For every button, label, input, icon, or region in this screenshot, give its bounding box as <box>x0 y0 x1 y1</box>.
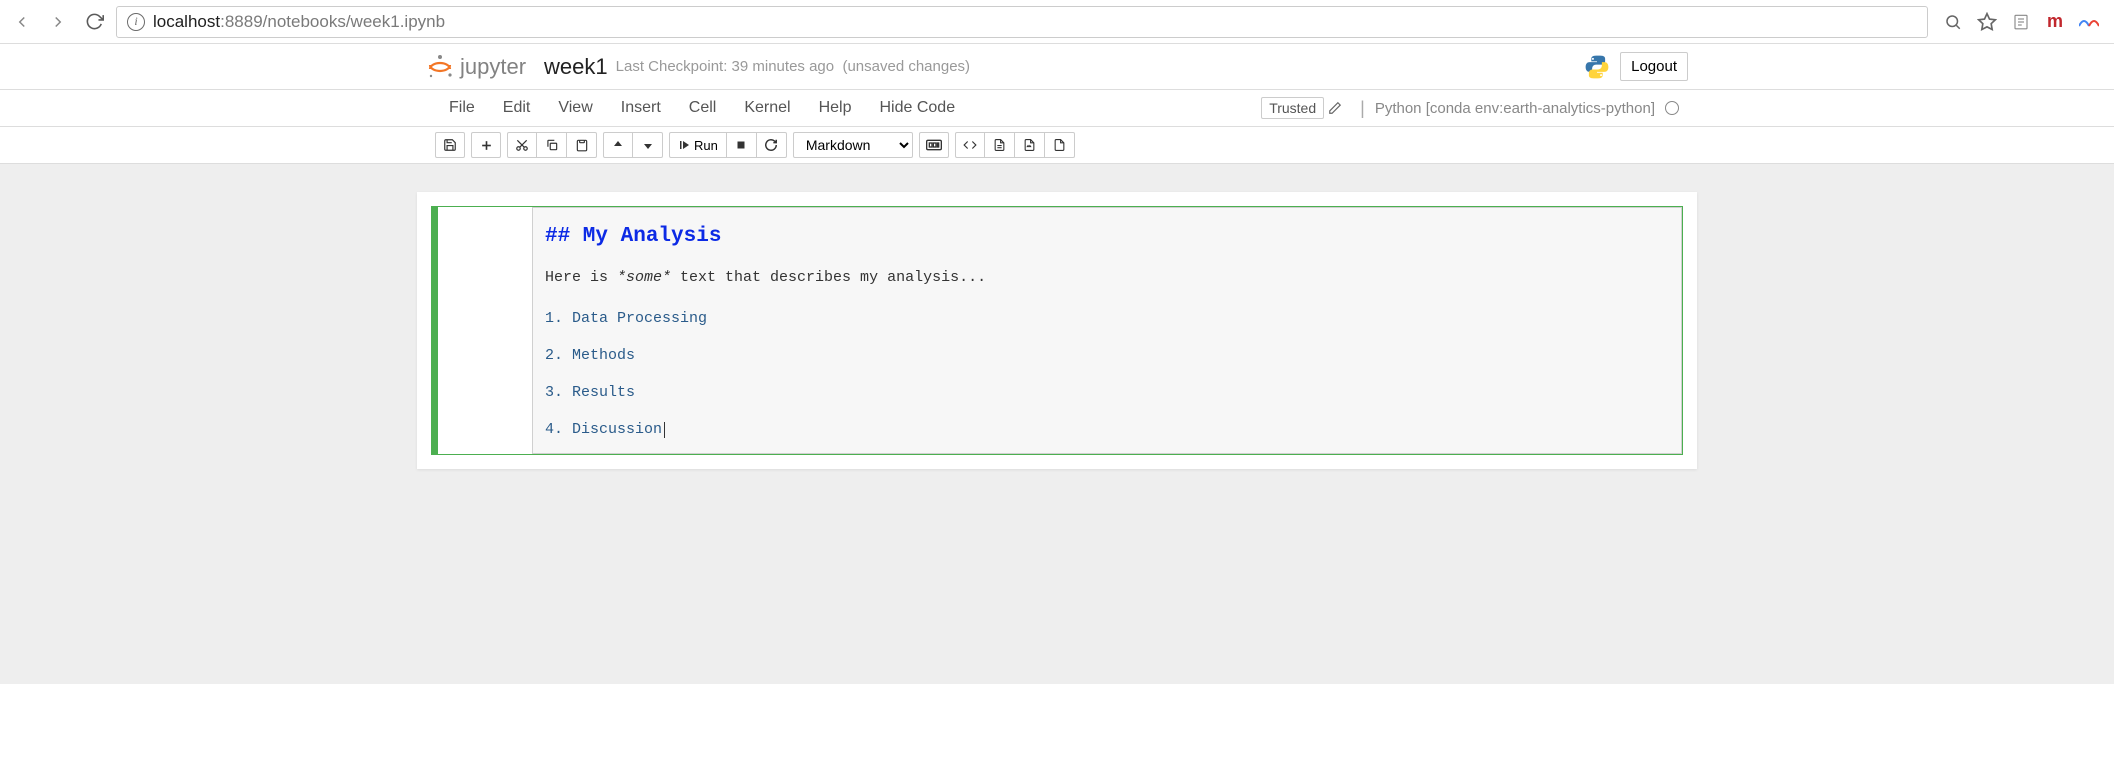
nbextension-code-button[interactable] <box>955 132 985 158</box>
toolbar: Run Markdown <box>417 127 1697 163</box>
md-list-item: 1. Data Processing <box>545 305 1669 332</box>
md-body-line: Here is *some* text that describes my an… <box>545 264 1669 291</box>
kernel-status-icon <box>1665 101 1679 115</box>
menu-kernel[interactable]: Kernel <box>730 99 804 117</box>
menu-cell[interactable]: Cell <box>675 99 731 117</box>
cell-type-select[interactable]: Markdown <box>793 132 913 158</box>
nbextension-pdf-button[interactable] <box>1015 132 1045 158</box>
nbextension-doc-button[interactable] <box>985 132 1015 158</box>
checkpoint-status: Last Checkpoint: 39 minutes ago (unsaved… <box>616 58 970 75</box>
md-list-item: 3. Results <box>545 379 1669 406</box>
run-label: Run <box>694 138 718 153</box>
interrupt-button[interactable] <box>727 132 757 158</box>
md-heading-line: ## My Analysis <box>545 218 1669 256</box>
reader-icon[interactable] <box>2010 11 2032 33</box>
site-info-icon[interactable]: i <box>127 13 145 31</box>
logout-button[interactable]: Logout <box>1620 52 1688 81</box>
separator: | <box>1354 98 1371 119</box>
url-bar[interactable]: i localhost:8889/notebooks/week1.ipynb <box>116 6 1928 38</box>
menu-edit[interactable]: Edit <box>489 99 545 117</box>
url-path: :8889/notebooks/week1.ipynb <box>220 12 445 32</box>
menu-help[interactable]: Help <box>805 99 866 117</box>
md-list-item: 2. Methods <box>545 342 1669 369</box>
reload-button[interactable] <box>80 8 108 36</box>
menu-insert[interactable]: Insert <box>607 99 675 117</box>
text-cursor <box>664 422 665 438</box>
jupyter-header: jupyter week1 Last Checkpoint: 39 minute… <box>0 44 2114 90</box>
command-palette-button[interactable] <box>919 132 949 158</box>
pencil-icon[interactable] <box>1328 101 1350 115</box>
jupyter-logo[interactable]: jupyter <box>426 53 526 81</box>
kernel-label[interactable]: Python [conda env:earth-analytics-python… <box>1375 100 1655 117</box>
menu-hide-code[interactable]: Hide Code <box>865 99 969 117</box>
extension-arc-icon[interactable] <box>2078 11 2100 33</box>
restart-button[interactable] <box>757 132 787 158</box>
back-button[interactable] <box>8 8 36 36</box>
move-up-button[interactable] <box>603 132 633 158</box>
cell-editor[interactable]: ## My Analysis Here is *some* text that … <box>532 207 1682 454</box>
trusted-badge[interactable]: Trusted <box>1261 97 1324 119</box>
nbextension-blank-button[interactable] <box>1045 132 1075 158</box>
menubar: File Edit View Insert Cell Kernel Help H… <box>417 90 1697 126</box>
run-button[interactable]: Run <box>669 132 727 158</box>
copy-button[interactable] <box>537 132 567 158</box>
zoom-icon[interactable] <box>1942 11 1964 33</box>
paste-button[interactable] <box>567 132 597 158</box>
add-cell-button[interactable] <box>471 132 501 158</box>
forward-button[interactable] <box>44 8 72 36</box>
python-logo-icon <box>1584 54 1610 80</box>
markdown-cell-selected[interactable]: ## My Analysis Here is *some* text that … <box>431 206 1683 455</box>
menu-file[interactable]: File <box>435 99 489 117</box>
extension-m-icon[interactable]: m <box>2044 11 2066 33</box>
browser-right-icons: m <box>1936 11 2106 33</box>
cut-button[interactable] <box>507 132 537 158</box>
notebook-name[interactable]: week1 <box>544 54 608 80</box>
browser-chrome: i localhost:8889/notebooks/week1.ipynb m <box>0 0 2114 44</box>
jupyter-logo-text: jupyter <box>460 54 526 80</box>
md-list-item: 4. Discussion <box>545 416 1669 443</box>
notebook-container: ## My Analysis Here is *some* text that … <box>417 192 1697 469</box>
star-icon[interactable] <box>1976 11 1998 33</box>
save-button[interactable] <box>435 132 465 158</box>
url-host: localhost <box>153 12 220 32</box>
menu-view[interactable]: View <box>544 99 606 117</box>
notebook-area: ## My Analysis Here is *some* text that … <box>0 164 2114 684</box>
move-down-button[interactable] <box>633 132 663 158</box>
cell-prompt <box>432 207 532 454</box>
